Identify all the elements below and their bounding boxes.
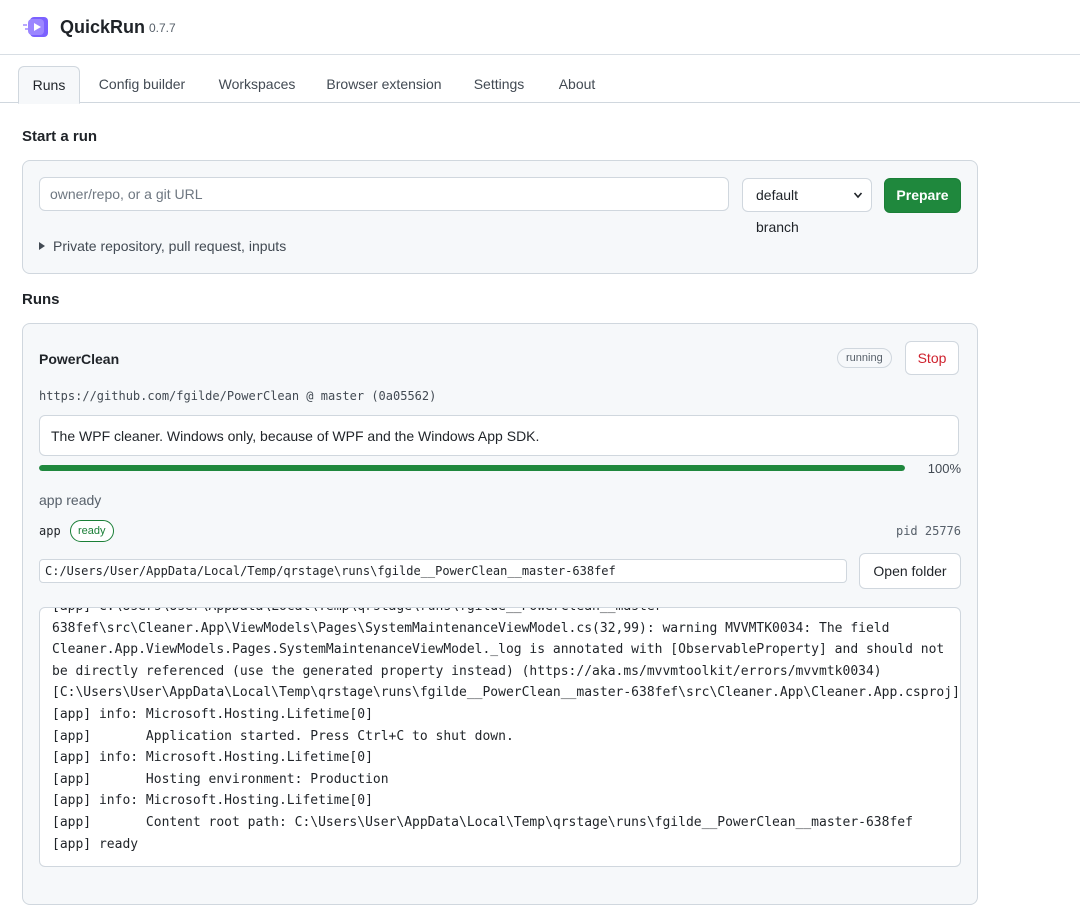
branch-select-value: default branch: [756, 187, 799, 235]
log-line: [app] ready: [52, 836, 139, 852]
pid-label: pid 25776: [895, 524, 961, 538]
run-status-badge: running: [837, 348, 892, 368]
prepare-button[interactable]: Prepare: [884, 178, 961, 213]
tab-runs[interactable]: Runs: [18, 66, 80, 104]
log-lines: [app] C:\Users\User\AppData\Local\Temp\q…: [52, 608, 960, 855]
log-line: [app] info: Microsoft.Hosting.Lifetime[0…: [52, 793, 373, 809]
start-run-panel: default branch Prepare Private repositor…: [22, 160, 978, 274]
log-line: [C:\Users\User\AppData\Local\Temp\qrstag…: [52, 685, 960, 701]
log-line: be directly referenced (use the generate…: [52, 663, 882, 679]
tab-about[interactable]: About: [546, 66, 608, 102]
log-line: [app] Content root path: C:\Users\User\A…: [52, 814, 913, 830]
progress-bar: [39, 465, 905, 471]
process-name: app: [39, 524, 61, 538]
run-source: https://github.com/fgilde/PowerClean @ m…: [39, 389, 437, 403]
stage-label: app ready: [39, 492, 102, 508]
log-line: [app] info: Microsoft.Hosting.Lifetime[0…: [52, 750, 373, 766]
runs-title: Runs: [22, 291, 60, 308]
quickrun-logo-icon: [23, 17, 48, 37]
tab-browser-extension[interactable]: Browser extension: [316, 66, 452, 102]
chevron-down-icon: [853, 192, 863, 199]
branch-select[interactable]: default branch: [742, 178, 872, 235]
log-output[interactable]: [app] C:\Users\User\AppData\Local\Temp\q…: [39, 607, 961, 867]
log-line: Cleaner.App.ViewModels.Pages.SystemMaint…: [52, 642, 945, 658]
log-line: [app] Hosting environment: Production: [52, 771, 389, 787]
repo-input[interactable]: [39, 177, 729, 211]
tab-settings[interactable]: Settings: [464, 66, 534, 102]
app-header: QuickRun 0.7.7: [0, 0, 1080, 55]
app-version: 0.7.7: [149, 21, 176, 35]
stop-button[interactable]: Stop: [905, 341, 959, 375]
run-card: PowerClean running Stop https://github.c…: [22, 323, 978, 905]
app-name: QuickRun: [60, 17, 146, 37]
log-line: [app] C:\Users\User\AppData\Local\Temp\q…: [52, 608, 952, 618]
workdir-path-field[interactable]: C:/Users/User/AppData/Local/Temp/qrstage…: [39, 559, 847, 583]
main-tabs: Runs Config builder Workspaces Browser e…: [0, 54, 1080, 104]
advanced-options-label: Private repository, pull request, inputs: [53, 238, 287, 254]
run-description: The WPF cleaner. Windows only, because o…: [39, 415, 959, 456]
progress-fill: [39, 465, 905, 471]
open-folder-button[interactable]: Open folder: [859, 553, 961, 589]
tab-config-builder[interactable]: Config builder: [86, 66, 198, 102]
start-run-title: Start a run: [22, 128, 98, 145]
log-line: [app] Application started. Press Ctrl+C …: [52, 728, 514, 744]
log-line: 638fef\src\Cleaner.App\ViewModels\Pages\…: [52, 620, 890, 636]
disclosure-triangle-icon: [39, 242, 45, 250]
log-line: [app] info: Microsoft.Hosting.Lifetime[0…: [52, 706, 373, 722]
advanced-options-toggle[interactable]: Private repository, pull request, inputs: [39, 238, 286, 254]
run-name: PowerClean: [39, 351, 120, 367]
tab-workspaces[interactable]: Workspaces: [210, 66, 304, 102]
progress-label: 100%: [927, 461, 961, 476]
process-state-badge: ready: [70, 520, 114, 542]
